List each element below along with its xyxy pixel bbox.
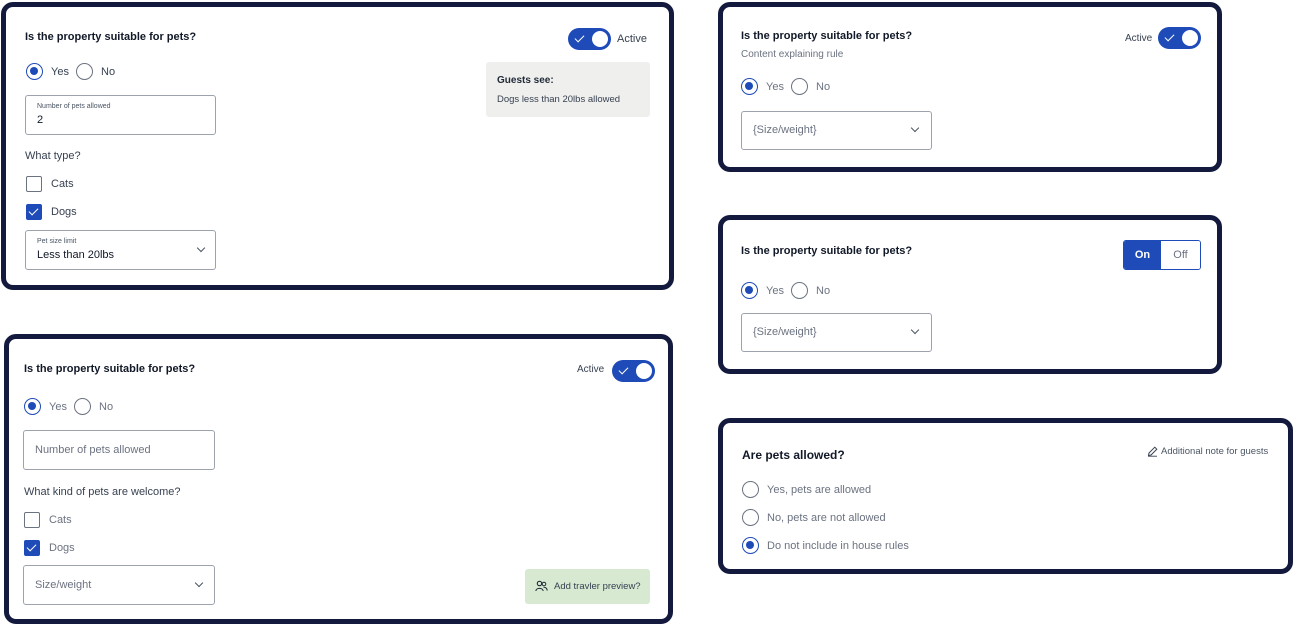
active-toggle[interactable] (612, 360, 655, 382)
people-icon (535, 580, 548, 592)
radio-no-label: No (816, 285, 831, 297)
radio-pets-allowed-label: Yes, pets are allowed (767, 484, 872, 496)
toggle-knob (1182, 30, 1198, 46)
toggle-label: Active (1125, 33, 1153, 44)
pets-allowed-question: Are pets allowed? (742, 448, 845, 462)
pets-count-placeholder: Number of pets allowed (35, 444, 151, 456)
checkbox-dogs-label: Dogs (51, 206, 77, 218)
active-toggle[interactable] (1158, 27, 1201, 49)
check-icon (618, 364, 629, 375)
radio-no-label: No (99, 401, 114, 413)
additional-note-link[interactable]: Additional note for guests (1147, 445, 1277, 461)
size-weight-select[interactable]: {Size/weight} (741, 313, 932, 352)
chevron-down-icon (194, 578, 204, 588)
add-traveler-preview-button[interactable]: Add travler preview? (525, 569, 650, 604)
radio-no-label: No (101, 66, 116, 78)
radio-yes[interactable] (741, 78, 758, 95)
checkbox-dogs[interactable] (26, 204, 42, 220)
checkbox-cats-label: Cats (49, 514, 72, 526)
checkbox-dogs[interactable] (24, 540, 40, 556)
radio-yes-label: Yes (766, 81, 784, 93)
toggle-label: Active (577, 364, 605, 375)
add-traveler-preview-label: Add travler preview? (554, 581, 641, 592)
additional-note-label: Additional note for guests (1161, 446, 1269, 457)
radio-pets-not-allowed-label: No, pets are not allowed (767, 512, 886, 524)
type-question: What type? (25, 150, 81, 162)
size-weight-select[interactable]: {Size/weight} (741, 111, 932, 150)
size-weight-placeholder: Size/weight (35, 579, 92, 591)
radio-yes[interactable] (24, 398, 41, 415)
radio-no[interactable] (74, 398, 91, 415)
pet-question: Is the property suitable for pets? (25, 31, 197, 43)
toggle-label: Active (617, 33, 647, 45)
pet-size-value: Less than 20lbs (37, 249, 115, 261)
pencil-icon (1147, 446, 1158, 457)
guests-see-box: Guests see: Dogs less than 20lbs allowed (486, 62, 650, 117)
checkbox-cats-label: Cats (51, 178, 74, 190)
toggle-knob (592, 31, 608, 47)
pet-rule-card-5: Are pets allowed? Additional note for gu… (718, 418, 1293, 574)
pet-question: Is the property suitable for pets? (741, 245, 913, 257)
guests-see-text: Dogs less than 20lbs allowed (497, 94, 621, 105)
radio-yes-label: Yes (51, 66, 69, 78)
radio-no[interactable] (791, 78, 808, 95)
off-option[interactable]: Off (1161, 241, 1200, 269)
kind-question: What kind of pets are welcome? (24, 486, 181, 498)
pet-size-select[interactable]: Pet size limit Less than 20lbs (25, 230, 216, 270)
pet-rule-card-1: Is the property suitable for pets? Activ… (1, 2, 674, 290)
radio-yes[interactable] (741, 282, 758, 299)
radio-yes-label: Yes (766, 285, 784, 297)
checkbox-dogs-label: Dogs (49, 542, 75, 554)
pets-count-input[interactable]: Number of pets allowed (23, 430, 215, 470)
radio-no-label: No (816, 81, 831, 93)
radio-yes[interactable] (26, 63, 43, 80)
on-option[interactable]: On (1124, 241, 1162, 269)
size-weight-placeholder: {Size/weight} (753, 326, 817, 338)
radio-do-not-include[interactable] (742, 537, 759, 554)
checkbox-cats[interactable] (24, 512, 40, 528)
pets-count-label: Number of pets allowed (37, 103, 111, 110)
pet-rule-card-4: Is the property suitable for pets? On Of… (718, 215, 1222, 374)
chevron-down-icon (910, 123, 920, 133)
guests-see-title: Guests see: (497, 75, 554, 86)
rule-explanation: Content explaining rule (741, 49, 844, 60)
check-icon (574, 32, 585, 43)
pet-rule-card-2: Is the property suitable for pets? Activ… (4, 334, 673, 624)
pet-rule-card-3: Is the property suitable for pets? Conte… (718, 2, 1222, 172)
radio-pets-allowed[interactable] (742, 481, 759, 498)
chevron-down-icon (910, 325, 920, 335)
on-off-switch[interactable]: On Off (1123, 240, 1201, 270)
size-weight-select[interactable]: Size/weight (23, 565, 215, 605)
pets-count-value: 2 (37, 114, 44, 126)
radio-pets-not-allowed[interactable] (742, 509, 759, 526)
radio-do-not-include-label: Do not include in house rules (767, 540, 909, 552)
pet-question: Is the property suitable for pets? (741, 30, 913, 42)
pet-size-label: Pet size limit (37, 238, 77, 245)
chevron-down-icon (196, 243, 206, 253)
size-weight-placeholder: {Size/weight} (753, 124, 817, 136)
pet-question: Is the property suitable for pets? (24, 363, 196, 375)
active-toggle[interactable] (568, 28, 611, 50)
pets-count-field[interactable]: Number of pets allowed 2 (25, 95, 216, 135)
checkbox-cats[interactable] (26, 176, 42, 192)
toggle-knob (636, 363, 652, 379)
radio-no[interactable] (76, 63, 93, 80)
check-icon (1164, 31, 1175, 42)
radio-no[interactable] (791, 282, 808, 299)
radio-yes-label: Yes (49, 401, 67, 413)
